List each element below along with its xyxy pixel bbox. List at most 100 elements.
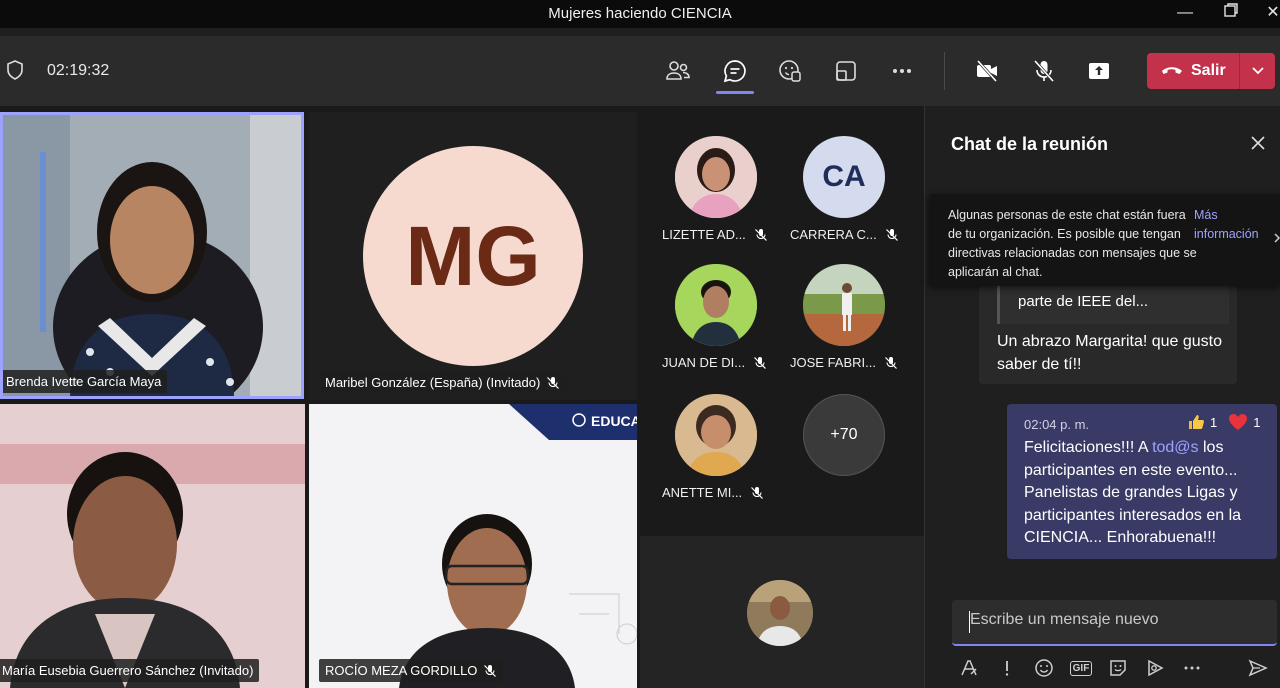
toolbar-divider: [944, 52, 945, 90]
overflow-count: +70: [803, 394, 885, 476]
reactions-button[interactable]: [773, 54, 807, 88]
close-icon[interactable]: [1249, 134, 1267, 152]
restore-icon: [1224, 3, 1238, 17]
leave-button[interactable]: Salir: [1147, 53, 1239, 89]
participant-name: Brenda Ivette García Maya: [6, 374, 162, 389]
share-icon: [1089, 63, 1109, 79]
mic-off-icon: [1033, 59, 1055, 83]
self-video-avatar: [747, 580, 813, 646]
gallery-participant[interactable]: LIZETTE AD...: [640, 106, 768, 242]
chat-panel: Chat de la reunión parte de IEEE del... …: [924, 106, 1280, 688]
format-icon: [961, 660, 977, 676]
participant-name-tag: ROCÍO MEZA GORDILLO: [319, 659, 504, 682]
message-body: Felicitaciones!!! A tod@s los participan…: [1024, 437, 1269, 550]
message-reactions[interactable]: 1 1: [1187, 413, 1260, 431]
gif-button[interactable]: GIF: [1069, 656, 1093, 680]
participant-photo: [675, 136, 757, 218]
like-icon: [1189, 415, 1204, 429]
rooms-button[interactable]: [829, 54, 863, 88]
people-icon: [666, 61, 690, 80]
close-window-button[interactable]: ✕: [1258, 2, 1280, 26]
self-view[interactable]: [640, 536, 924, 688]
participant-video-tile[interactable]: Brenda Ivette García Maya: [0, 112, 304, 399]
participant-video: EDUCA: [309, 404, 637, 688]
participant-gallery: LIZETTE AD... CA CARRERA C... JUAN DE DI…: [640, 106, 924, 536]
mic-off-icon: [547, 376, 560, 389]
gallery-participant[interactable]: ANETTE MI...: [640, 364, 768, 500]
minimize-button[interactable]: —: [1170, 2, 1200, 26]
participant-name: María Eusebia Guerrero Sánchez (Invitado…: [2, 663, 254, 678]
participant-name-tag: Brenda Ivette García Maya: [3, 370, 168, 393]
format-button[interactable]: [957, 656, 981, 680]
exclamation-icon: [1005, 661, 1009, 676]
participant-name: ANETTE MI...: [662, 485, 743, 500]
compose-toolbar: GIF: [957, 656, 1277, 682]
camera-off-icon: [976, 59, 998, 83]
chat-message-own[interactable]: 02:04 p. m. 1 1 Felicitaciones!!! A tod@…: [1007, 404, 1277, 559]
chevron-down-icon: [1251, 67, 1264, 75]
send-button[interactable]: [1246, 656, 1270, 680]
more-actions-button[interactable]: [885, 54, 919, 88]
mic-off-button[interactable]: [1027, 54, 1061, 88]
share-screen-button[interactable]: [1082, 54, 1116, 88]
more-participants-button[interactable]: +70: [768, 364, 896, 492]
gallery-name-tag: ANETTE MI...: [662, 485, 764, 500]
participants-button[interactable]: [661, 54, 695, 88]
svg-text:EDUCA: EDUCA: [591, 413, 637, 429]
camera-off-button[interactable]: [970, 54, 1004, 88]
title-bar: Mujeres haciendo CIENCIA — ✕: [0, 0, 1280, 28]
participant-name: ROCÍO MEZA GORDILLO: [325, 663, 478, 678]
chat-title: Chat de la reunión: [951, 134, 1109, 154]
sticker-button[interactable]: [1106, 656, 1130, 680]
mic-off-icon: [484, 664, 497, 677]
mention-link[interactable]: tod@s: [1152, 439, 1198, 456]
more-compose-options-button[interactable]: [1180, 656, 1204, 680]
participant-video: [0, 404, 305, 688]
gallery-participant[interactable]: JOSE FABRI...: [768, 234, 897, 370]
compose-box[interactable]: [952, 600, 1277, 646]
notice-text: Algunas personas de este chat están fuer…: [948, 208, 1197, 279]
participant-name: Maribel González (España) (Invitado): [325, 375, 541, 390]
emoji-icon: [1035, 659, 1053, 677]
participant-video-tile[interactable]: María Eusebia Guerrero Sánchez (Invitado…: [0, 404, 305, 688]
gallery-participant[interactable]: CA CARRERA C...: [768, 106, 898, 242]
gallery-participant[interactable]: JUAN DE DI...: [640, 234, 768, 370]
leave-label: Salir: [1191, 62, 1226, 79]
like-count: 1: [1210, 414, 1218, 430]
meet-now-icon: [1148, 659, 1164, 677]
message-body: Un abrazo Margarita! que gusto saber de …: [997, 333, 1223, 373]
more-info-link[interactable]: Más información: [1194, 206, 1264, 244]
send-icon: [1248, 659, 1268, 677]
chat-message-incoming[interactable]: parte de IEEE del... Un abrazo Margarita…: [979, 286, 1237, 384]
participant-video-tile[interactable]: EDUCA ROCÍO MEZA GORDILLO: [309, 404, 637, 688]
hang-up-icon: [1162, 67, 1182, 74]
participant-name-tag: María Eusebia Guerrero Sánchez (Invitado…: [0, 659, 260, 682]
mic-off-icon: [751, 486, 764, 499]
participant-initials-avatar: CA: [803, 136, 885, 218]
raise-hand-icon: [779, 60, 801, 82]
participant-avatar: MG: [363, 146, 583, 366]
gif-icon: GIF: [1069, 660, 1093, 676]
leave-button-group: Salir: [1147, 53, 1275, 89]
chat-icon: [723, 60, 746, 83]
sticker-icon: [1110, 660, 1126, 676]
emoji-button[interactable]: [1032, 656, 1056, 680]
participant-avatar-tile[interactable]: MG Maribel González (España) (Invitado): [309, 112, 637, 400]
participant-name-tag: Maribel González (España) (Invitado): [319, 371, 567, 394]
maximize-button[interactable]: [1216, 2, 1246, 26]
text-caret: [969, 611, 970, 633]
breakout-rooms-icon: [836, 61, 856, 81]
quoted-text: parte de IEEE del...: [1018, 293, 1149, 310]
meeting-toolbar: 02:19:32 Salir: [0, 36, 1280, 106]
active-tab-indicator: [716, 91, 754, 94]
meeting-timer: 02:19:32: [47, 62, 110, 79]
leave-options-button[interactable]: [1240, 53, 1275, 89]
message-timestamp: 02:04 p. m.: [1024, 417, 1090, 432]
important-button[interactable]: [995, 656, 1019, 680]
message-input[interactable]: [970, 611, 1260, 629]
chevron-right-icon: [1274, 233, 1280, 243]
more-icon: [1184, 666, 1200, 670]
chat-button[interactable]: [718, 54, 752, 88]
participant-photo: [675, 394, 757, 476]
schedule-meeting-button[interactable]: [1143, 656, 1167, 680]
